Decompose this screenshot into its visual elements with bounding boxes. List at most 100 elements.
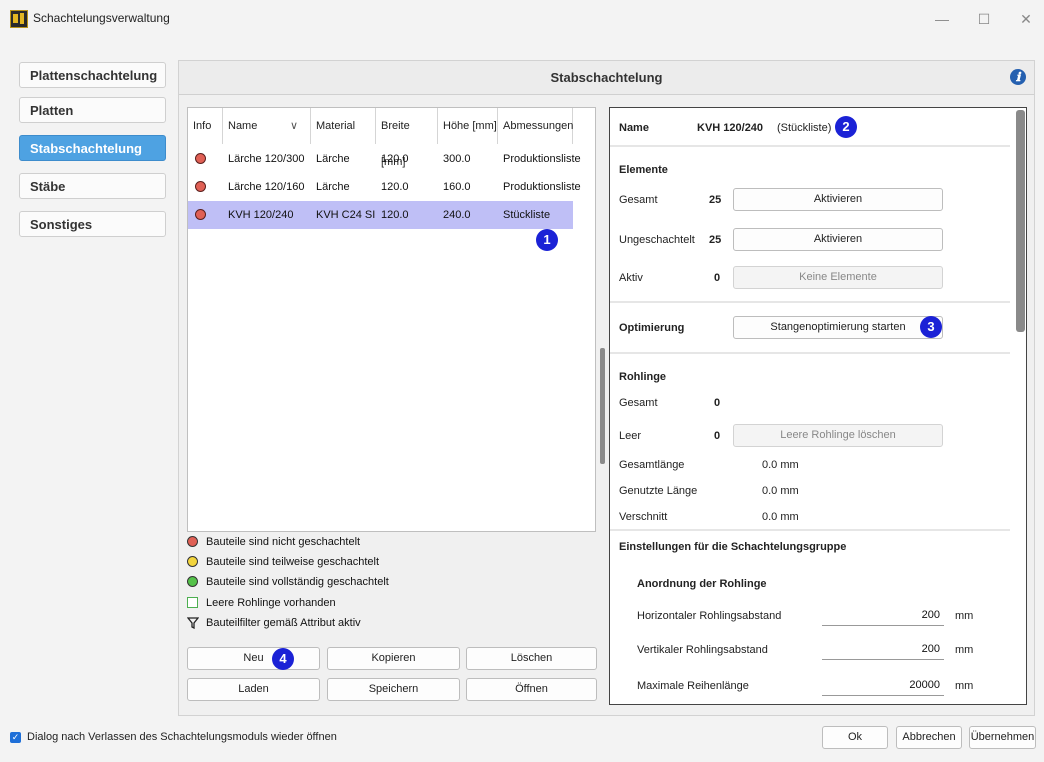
cell-abmessungen: Produktionsliste [503,181,581,193]
genutzte-laenge-value: 0.0 mm [762,485,799,497]
cell-hoehe: 300.0 [443,153,471,165]
table-row-selected[interactable]: KVH 120/240 KVH C24 SI 120.0 240.0 Stück… [188,201,573,229]
leer-label: Leer [619,430,642,442]
aktiv-value: 0 [714,272,721,284]
reihenlaenge-unit: mm [955,680,974,692]
legend-text: Bauteile sind vollständig geschachtelt [206,576,389,588]
column-header-material[interactable]: Material [311,108,376,144]
maximize-button[interactable]: ☐ [966,6,1002,32]
gesamtlaenge-value: 0.0 mm [762,459,799,471]
ungeschachtelt-value: 25 [709,234,722,246]
divider [610,301,1010,303]
neu-button[interactable]: Neu [187,647,320,670]
divider [610,145,1010,147]
nav-item-plattenschachtelung[interactable]: Plattenschachtelung [19,62,166,88]
info-icon[interactable]: ℹ [1010,69,1026,85]
reihenlaenge-input[interactable]: 20000 [822,674,944,696]
column-header-breite[interactable]: Breite [mm] [376,108,438,168]
callout-badge-3: 3 [920,316,942,338]
keine-elemente-button[interactable]: Keine Elemente [733,266,943,289]
gesamt-aktivieren-button[interactable]: Aktivieren [733,188,943,211]
nav-item-stabschachtelung[interactable]: Stabschachtelung [19,135,166,161]
legend-text: Leere Rohlinge vorhanden [206,597,336,609]
main-header: Stabschachtelung [179,61,1034,95]
kopieren-button[interactable]: Kopieren [327,647,460,670]
rohlinge-heading: Rohlinge [619,371,667,383]
close-button[interactable]: ✕ [1008,6,1044,32]
table-row[interactable]: Lärche 120/160 Lärche 120.0 160.0 Produk… [188,173,581,201]
status-dot-icon [195,181,206,192]
callout-badge-2: 2 [835,116,857,138]
table-row[interactable]: Lärche 120/300 Lärche 120.0 300.0 Produk… [188,145,581,173]
leere-rohlinge-loeschen-button[interactable]: Leere Rohlinge löschen [733,424,943,447]
details-scrollbar[interactable] [1016,110,1025,332]
minimize-button[interactable]: — [924,6,960,32]
laden-button[interactable]: Laden [187,678,320,701]
rohlinge-gesamt-label: Gesamt [619,397,658,409]
stab-table: Info Name ∨ Material Breite [mm] Höhe [m… [187,107,596,532]
nav-item-platten[interactable]: Platten [19,97,166,123]
green-dot-icon [187,576,198,587]
ungeschachtelt-aktivieren-button[interactable]: Aktivieren [733,228,943,251]
horizontal-unit: mm [955,610,974,622]
filter-icon [187,617,199,629]
cell-name: KVH 120/240 [228,209,294,221]
cell-hoehe: 160.0 [443,181,471,193]
uebernehmen-button[interactable]: Übernehmen [969,726,1036,749]
cell-material: Lärche [316,181,350,193]
vertikal-abstand-label: Vertikaler Rohlingsabstand [637,644,768,656]
reopen-dialog-label: Dialog nach Verlassen des Schachtelungsm… [27,731,337,743]
gesamtlaenge-label: Gesamtlänge [619,459,685,471]
cell-breite: 120.0 [381,153,409,165]
column-header-abmessungen[interactable]: Abmessungen [498,108,573,144]
column-header-hoehe[interactable]: Höhe [mm] [438,108,498,144]
legend-text: Bauteile sind teilweise geschachtelt [206,556,380,568]
divider [610,352,1010,354]
cell-material: Lärche [316,153,350,165]
abbrechen-button[interactable]: Abbrechen [896,726,962,749]
legend-text: Bauteile sind nicht geschachtelt [206,536,361,548]
ungeschachtelt-label: Ungeschachtelt [619,234,695,246]
name-suffix: (Stückliste) [777,122,832,134]
vertikal-abstand-input[interactable]: 200 [822,638,944,660]
verschnitt-label: Verschnitt [619,511,668,523]
app-icon [10,10,28,28]
oeffnen-button[interactable]: Öffnen [466,678,597,701]
red-dot-icon [187,536,198,547]
window-title: Schachtelungsverwaltung [33,11,170,25]
stangenoptimierung-starten-button[interactable]: Stangenoptimierung starten [733,316,943,339]
reopen-dialog-checkbox[interactable]: ✓ [10,732,21,743]
splitter-scrollbar[interactable] [600,348,605,464]
sort-chevron-icon: ∨ [290,120,299,132]
status-dot-icon [195,209,206,220]
title-bar: Schachtelungsverwaltung — ☐ ✕ [0,0,1044,38]
legend-text: Bauteilfilter gemäß Attribut aktiv [206,617,361,629]
divider [610,529,1010,531]
vertikal-unit: mm [955,644,974,656]
cell-name: Lärche 120/160 [228,181,305,193]
status-dot-icon [195,153,206,164]
horizontal-abstand-label: Horizontaler Rohlingsabstand [637,610,782,622]
elemente-gesamt-value: 25 [709,194,722,206]
optimierung-label: Optimierung [619,322,685,334]
leer-value: 0 [714,430,721,442]
name-value: KVH 120/240 [697,122,764,134]
aktiv-label: Aktiv [619,272,643,284]
nav-item-staebe[interactable]: Stäbe [19,173,166,199]
loeschen-button[interactable]: Löschen [466,647,597,670]
cell-abmessungen: Stückliste [503,209,551,221]
nav-item-sonstiges[interactable]: Sonstiges [19,211,166,237]
anordnung-subheading: Anordnung der Rohlinge [637,578,767,590]
horizontal-abstand-input[interactable]: 200 [822,604,944,626]
ok-button[interactable]: Ok [822,726,888,749]
column-header-info[interactable]: Info [188,108,223,144]
speichern-button[interactable]: Speichern [327,678,460,701]
cell-breite: 120.0 [381,209,409,221]
genutzte-laenge-label: Genutzte Länge [619,485,698,497]
rohlinge-gesamt-value: 0 [714,397,721,409]
dialog-window: Schachtelungsverwaltung — ☐ ✕ Plattensch… [0,0,1044,762]
einstellungen-heading: Einstellungen für die Schachtelungsgrupp… [619,541,847,553]
yellow-dot-icon [187,556,198,567]
column-header-name[interactable]: Name ∨ [223,108,311,144]
cell-abmessungen: Produktionsliste [503,153,581,165]
